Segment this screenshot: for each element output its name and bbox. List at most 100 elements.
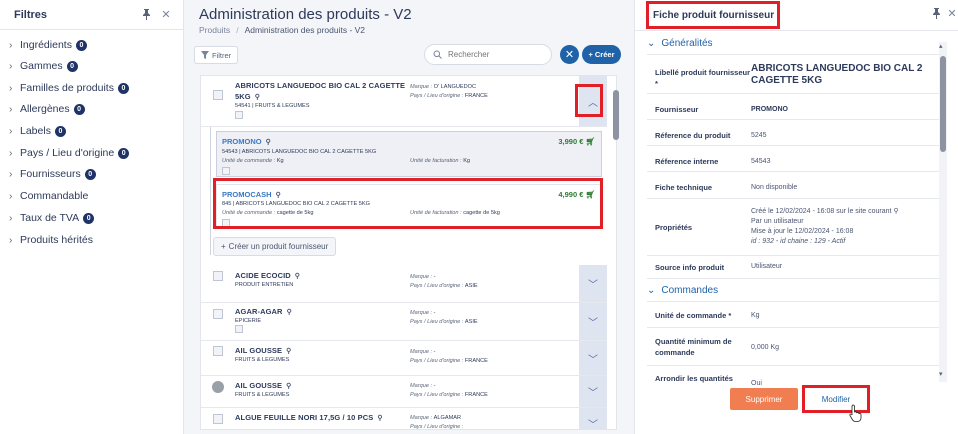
marque-label: Marque :: [410, 415, 433, 421]
supplier-price-value: 4,990 €: [558, 190, 584, 199]
field-label-ref-interne: Réference interne: [655, 157, 719, 166]
product-label-image: [235, 325, 243, 333]
product-marque: Marque : O' LANGUEDOC: [410, 84, 476, 90]
field-label-libelle: Libellé produit fournisseur *: [655, 68, 751, 88]
filter-item-commandable[interactable]: › Commandable: [9, 189, 88, 203]
filter-item-familles[interactable]: › Familles de produits 0: [9, 81, 129, 95]
filter-icon: [201, 51, 209, 59]
filter-count-badge: 0: [83, 212, 95, 224]
product-row-abricots[interactable]: ABRICOTS LANGUEDOC BIO CAL 2 CAGETTE 5KG…: [201, 76, 607, 127]
filter-button-label: Filtrer: [212, 50, 232, 60]
create-supplier-label: Créer un produit fournisseur: [228, 242, 329, 251]
filter-item-ingredients[interactable]: › Ingrédients 0: [9, 38, 87, 52]
supplier-desc: 54543 | ABRICOTS LANGUEDOC BIO CAL 2 CAG…: [222, 149, 377, 155]
supplier-price: 4,990 € 🛒︎: [558, 190, 595, 199]
search-input[interactable]: [448, 50, 538, 59]
filter-item-tva[interactable]: › Taux de TVA 0: [9, 211, 95, 225]
scroll-down-icon[interactable]: ▾: [939, 370, 943, 378]
supplier-unite-facturation: Unité de facturation : Kg: [410, 158, 470, 164]
filter-item-labels[interactable]: › Labels 0: [9, 124, 66, 138]
product-row[interactable]: ACIDE ECOCID ⚲ PRODUIT ENTRETIEN Marque :…: [201, 265, 607, 303]
pays-label: Pays / Lieu d'origine :: [410, 283, 464, 289]
filter-item-produits-herites[interactable]: › Produits hérités: [9, 233, 93, 247]
filter-label: Familles de produits: [20, 82, 114, 94]
detail-title: Fiche produit fournisseur: [653, 9, 775, 21]
scrollbar-thumb[interactable]: [613, 90, 619, 140]
product-name-text: AIL GOUSSE: [235, 381, 283, 390]
expand-button[interactable]: ﹀: [579, 265, 607, 302]
chevron-right-icon: ›: [9, 212, 13, 224]
close-icon[interactable]: ✕: [159, 8, 173, 22]
product-image: [213, 90, 223, 100]
product-marque: Marque : -: [410, 274, 436, 280]
supplier-card-promocash[interactable]: PROMOCASH ⚲ 4,990 € 🛒︎ 845 | ABRICOTS LAN…: [216, 184, 602, 228]
supplier-unite-commande: Unité de commande : Kg: [222, 158, 284, 164]
list-scrollbar[interactable]: [612, 90, 620, 425]
breadcrumb-produits[interactable]: Produits: [199, 25, 230, 35]
create-supplier-product-button[interactable]: + Créer un produit fournisseur: [213, 237, 337, 256]
divider: [647, 198, 943, 199]
product-row[interactable]: AGAR-AGAR ⚲ EPICERIE Marque : - Pays / Li…: [201, 303, 607, 341]
product-image: [213, 309, 223, 319]
product-name: AIL GOUSSE ⚲: [235, 346, 291, 355]
product-name-line1: ABRICOTS LANGUEDOC BIO CAL 2 CAGETTE: [235, 81, 406, 90]
expand-button[interactable]: ﹀: [579, 376, 607, 407]
filter-label: Produits hérités: [20, 234, 93, 246]
product-code: EPICERIE: [235, 318, 262, 324]
product-name-text: ACIDE ECOCID: [235, 271, 291, 280]
filter-button[interactable]: Filtrer: [194, 46, 239, 64]
supplier-price-value: 3,990 €: [558, 137, 584, 146]
field-value-source: Utilisateur: [751, 263, 783, 270]
section-commandes[interactable]: ⌄ Commandes: [647, 285, 718, 296]
delete-button[interactable]: Supprimer: [730, 388, 798, 410]
pays-value: ASIE: [464, 319, 478, 325]
collapse-button[interactable]: ︿: [579, 76, 607, 126]
product-row[interactable]: ALGUE FEUILLE NORI 17,5G / 10 PCS ⚲ Marqu…: [201, 408, 607, 430]
product-pays: Pays / Lieu d'origine : ASIE: [410, 319, 478, 325]
field-label-source: Source info produit: [655, 263, 725, 272]
filter-label: Fournisseurs: [20, 168, 81, 180]
supplier-desc: 845 | ABRICOTS LANGUEDOC BIO CAL 2 CAGET…: [222, 201, 370, 207]
chevron-down-icon: ﹀: [588, 388, 598, 399]
filter-item-pays[interactable]: › Pays / Lieu d'origine 0: [9, 146, 130, 160]
scrollbar-thumb[interactable]: [940, 56, 946, 152]
divider: [647, 301, 943, 302]
supplier-price: 3,990 € 🛒︎: [558, 137, 595, 146]
product-row[interactable]: AIL GOUSSE ⚲ FRUITS & LEGUMES Marque : - …: [201, 376, 607, 408]
uc-label: Unité de commande :: [222, 158, 276, 164]
clear-search-button[interactable]: ✕: [560, 45, 579, 64]
supplier-unite-facturation: Unité de facturation : cagette de 5kg: [410, 210, 500, 216]
supplier-unite-commande: Unité de commande : cagette de 5kg: [222, 210, 313, 216]
marque-value: O' LANGUEDOC: [433, 84, 477, 90]
filters-header: Filtres ✕: [0, 0, 183, 30]
expand-button[interactable]: ﹀: [579, 341, 607, 375]
expand-button[interactable]: ﹀: [579, 303, 607, 340]
field-value-fournisseur: PROMONO: [751, 106, 788, 113]
filter-label: Ingrédients: [20, 39, 72, 51]
detail-scrollbar[interactable]: ▴ ▾: [939, 42, 947, 382]
chevron-right-icon: ›: [9, 82, 13, 94]
chevron-down-icon: ﹀: [588, 419, 598, 430]
filter-item-allergenes[interactable]: › Allergènes 0: [9, 102, 85, 116]
supplier-card-promono[interactable]: PROMONO ⚲ 3,990 € 🛒︎ 54543 | ABRICOTS LAN…: [216, 131, 602, 177]
marque-label: Marque :: [410, 310, 433, 316]
filter-item-gammes[interactable]: › Gammes 0: [9, 59, 78, 73]
field-value-ref-interne: 54543: [751, 158, 771, 165]
product-marque: Marque : -: [410, 349, 436, 355]
field-value-props-user: Par un utilisateur: [751, 218, 804, 225]
pin-icon[interactable]: [139, 8, 153, 22]
scroll-up-icon[interactable]: ▴: [939, 42, 943, 50]
section-generalites[interactable]: ⌄ Généralités: [647, 38, 713, 49]
product-marque: Marque : ALGAMAR: [410, 415, 461, 421]
close-icon[interactable]: ✕: [945, 6, 958, 20]
product-row[interactable]: AIL GOUSSE ⚲ FRUITS & LEGUMES Marque : - …: [201, 341, 607, 376]
search-icon: [433, 50, 442, 59]
filter-item-fournisseurs[interactable]: › Fournisseurs 0: [9, 167, 96, 181]
expand-button[interactable]: ﹀: [579, 408, 607, 430]
pin-icon[interactable]: [929, 6, 943, 20]
create-button[interactable]: + Créer: [582, 45, 621, 64]
product-name-text: AGAR-AGAR: [235, 307, 283, 316]
uf-value: cagette de 5kg: [463, 210, 500, 216]
marque-label: Marque :: [410, 84, 433, 90]
search-box[interactable]: [424, 44, 552, 65]
